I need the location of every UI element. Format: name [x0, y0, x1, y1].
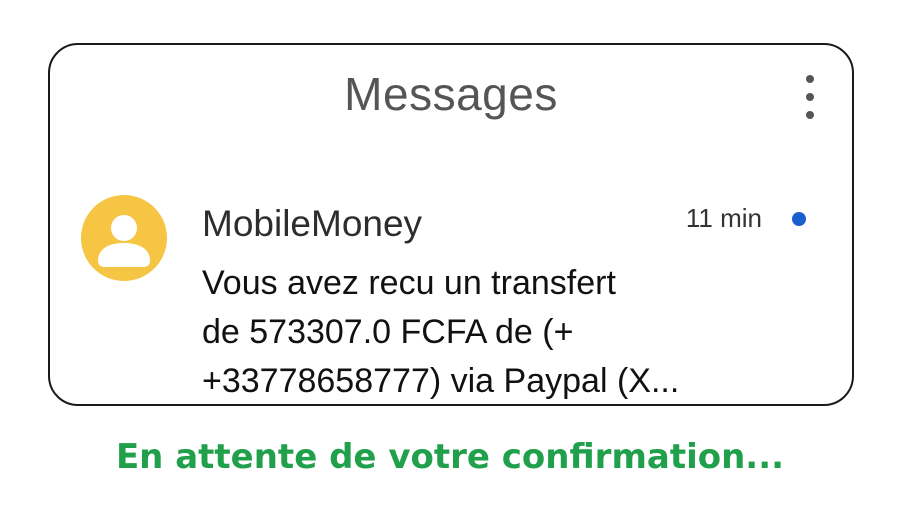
status-message: En attente de votre confirmation...: [115, 437, 785, 477]
conversation-list-item[interactable]: MobileMoney 11 min Vous avez recu un tra…: [50, 185, 852, 400]
message-preview: Vous avez recu un transfert de 573307.0 …: [202, 259, 762, 406]
unread-indicator: [792, 212, 806, 226]
more-vert-icon-dot: [806, 111, 814, 119]
messages-card: Messages MobileMoney 11 min Vous avez re…: [48, 43, 854, 406]
more-vert-icon-dot: [806, 93, 814, 101]
more-options-button[interactable]: [798, 75, 822, 119]
preview-line: Vous avez recu un transfert: [202, 264, 616, 302]
avatar: [81, 195, 167, 281]
more-vert-icon: [806, 75, 814, 83]
person-icon: [98, 215, 150, 267]
page-title: Messages: [344, 68, 558, 120]
preview-line: +33778658777) via Paypal (X...: [202, 362, 680, 400]
sender-name: MobileMoney: [202, 203, 423, 244]
preview-line: de 573307.0 FCFA de (+: [202, 313, 574, 351]
message-time: 11 min: [685, 203, 762, 233]
